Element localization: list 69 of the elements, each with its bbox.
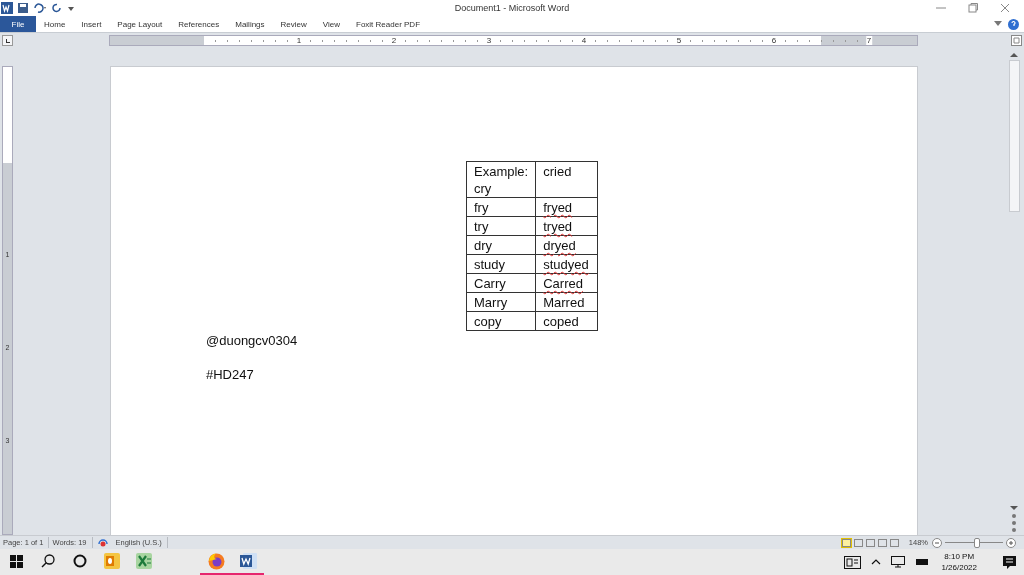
table-cell: coped	[535, 311, 598, 331]
close-icon[interactable]	[1000, 3, 1010, 13]
window-title: Document1 - Microsoft Word	[454, 3, 570, 13]
scroll-up-icon[interactable]	[1010, 52, 1018, 57]
table-cell: dryed	[535, 235, 598, 255]
battery-icon[interactable]	[915, 558, 930, 566]
ruler-number: 7	[865, 36, 873, 45]
network-icon[interactable]	[891, 556, 906, 568]
paragraph: @duongcv0304	[206, 332, 299, 349]
word-logo-icon[interactable]	[1, 2, 13, 14]
notification-icon[interactable]	[1003, 555, 1016, 569]
ribbon-tab[interactable]: References	[170, 16, 228, 32]
ruler-number: 4	[580, 36, 588, 45]
ruler-number: 2	[390, 36, 398, 45]
scroll-down-icon[interactable]	[1010, 506, 1018, 511]
ribbon-tab[interactable]: Review	[272, 16, 315, 32]
word-app-icon[interactable]	[239, 553, 257, 569]
ribbon-tab[interactable]: Home	[36, 16, 74, 32]
table-cell: fryed	[535, 197, 598, 217]
browser-icon[interactable]	[207, 552, 225, 570]
save-icon[interactable]	[18, 3, 28, 13]
search-icon[interactable]	[41, 554, 55, 568]
chevron-up-icon[interactable]	[871, 559, 882, 565]
ruler-number: 5	[675, 36, 683, 45]
table-cell: copy	[466, 311, 536, 331]
proofing-icon[interactable]	[96, 537, 109, 548]
view-ruler-icon[interactable]	[1011, 35, 1022, 46]
view-button[interactable]	[876, 537, 888, 548]
view-button[interactable]	[888, 537, 900, 548]
view-button[interactable]	[840, 537, 852, 548]
circle-icon[interactable]	[73, 554, 87, 568]
table-cell: dry	[466, 235, 536, 255]
ribbon-tab[interactable]: Mailings	[227, 16, 273, 32]
news-icon[interactable]	[844, 555, 862, 569]
clock-date[interactable]: 1/26/2022	[941, 562, 977, 573]
zoom-in-icon[interactable]	[1006, 537, 1016, 548]
ribbon-tab[interactable]: Foxit Reader PDF	[348, 16, 429, 32]
zoom-slider[interactable]	[945, 537, 1003, 548]
zoom-out-icon[interactable]	[932, 537, 942, 548]
redo-icon[interactable]	[52, 3, 62, 13]
view-button[interactable]	[852, 537, 864, 548]
undo-icon[interactable]	[33, 3, 47, 13]
table-cell: Carred	[535, 273, 598, 293]
table-cell: tryed	[535, 216, 598, 236]
ruler-number: 1	[295, 36, 303, 45]
table-cell: Carry	[466, 273, 536, 293]
table-cell: studyed	[535, 254, 598, 274]
ribbon-tab[interactable]: Page Layout	[109, 16, 171, 32]
table-cell: cried	[535, 161, 598, 198]
ribbon-tab[interactable]: View	[314, 16, 348, 32]
table-cell: study	[466, 254, 536, 274]
collapse-ribbon-icon[interactable]	[994, 21, 1002, 27]
mail-app-icon[interactable]	[104, 553, 120, 569]
view-button[interactable]	[864, 537, 876, 548]
spreadsheet-app-icon[interactable]	[136, 553, 152, 569]
table-cell: try	[466, 216, 536, 236]
table-cell: fry	[466, 197, 536, 217]
ruler-number: 3	[485, 36, 493, 45]
ribbon-tab[interactable]: Insert	[73, 16, 110, 32]
file-tab[interactable]: File	[0, 16, 36, 32]
help-icon[interactable]	[1008, 18, 1019, 30]
tab-selector-button[interactable]	[2, 35, 13, 46]
ruler-number: 6	[770, 36, 778, 45]
table-cell: Marred	[535, 292, 598, 312]
clock-time[interactable]: 8:10 PM	[944, 551, 975, 562]
table-cell: Marry	[466, 292, 536, 312]
windows-start-icon[interactable]	[9, 554, 23, 568]
paragraph: #HD247	[206, 366, 255, 383]
restore-icon[interactable]	[968, 3, 978, 13]
